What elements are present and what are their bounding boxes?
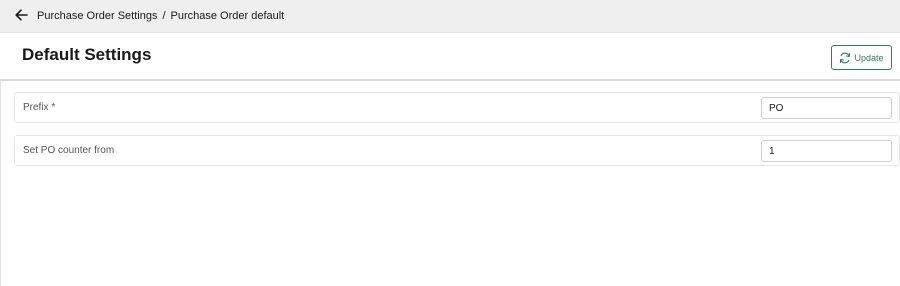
breadcrumb: Purchase Order Settings / Purchase Order…: [37, 10, 284, 22]
prefix-label: Prefix *: [23, 102, 56, 113]
po-counter-input[interactable]: [761, 140, 892, 162]
breadcrumb-parent-link[interactable]: Purchase Order Settings: [37, 10, 157, 22]
po-counter-row: Set PO counter from: [14, 135, 900, 166]
update-button[interactable]: Update: [831, 45, 892, 70]
prefix-row: Prefix *: [14, 92, 900, 123]
breadcrumb-separator: /: [162, 10, 166, 22]
breadcrumb-current: Purchase Order default: [170, 10, 285, 22]
po-counter-label: Set PO counter from: [23, 145, 115, 156]
arrow-left-icon: [14, 8, 28, 26]
top-bar: Purchase Order Settings / Purchase Order…: [0, 0, 900, 33]
prefix-input[interactable]: [761, 97, 892, 119]
update-button-label: Update: [854, 52, 884, 63]
refresh-icon: [839, 52, 851, 64]
back-button[interactable]: [12, 8, 30, 26]
page-title: Default Settings: [22, 45, 152, 64]
page-header: Default Settings Update: [0, 33, 900, 81]
